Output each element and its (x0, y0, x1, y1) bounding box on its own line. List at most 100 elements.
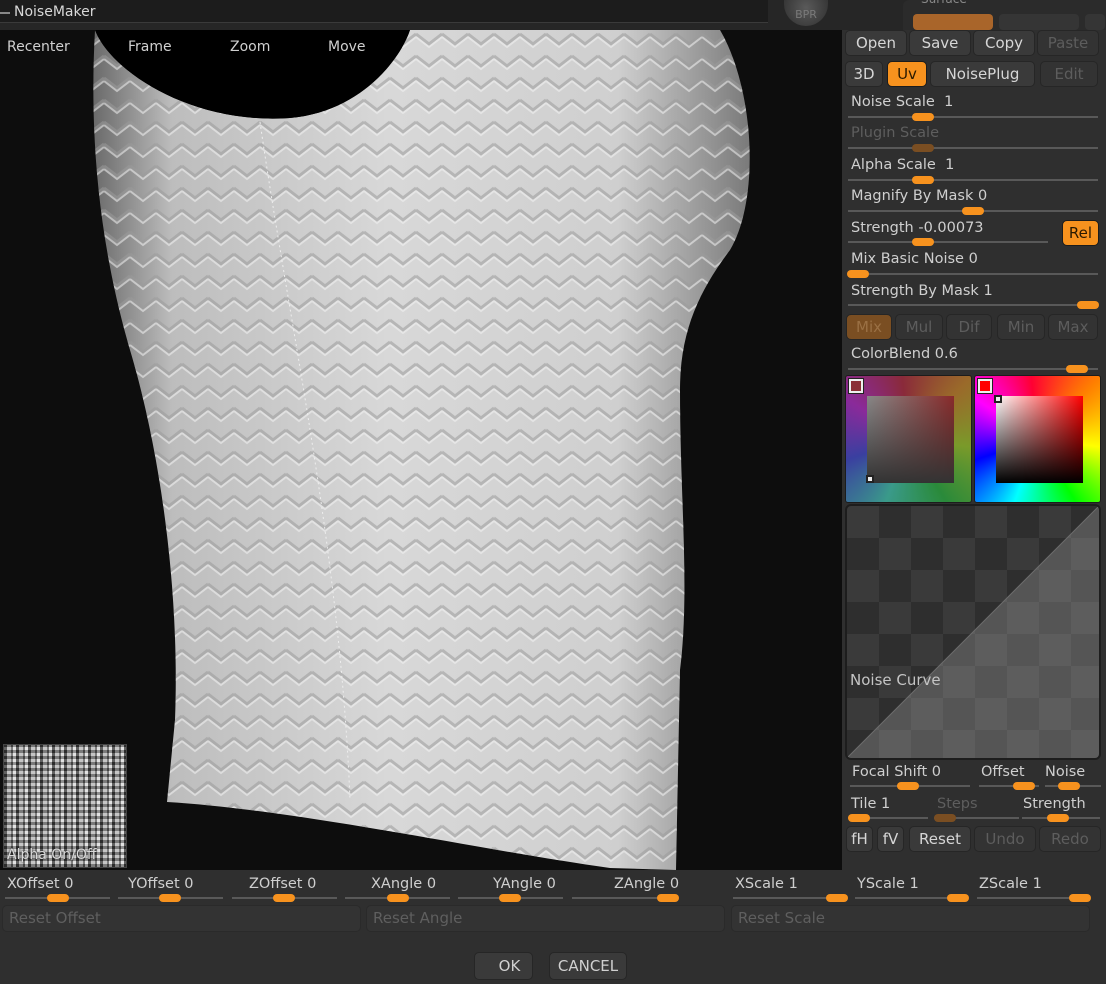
slider-track (848, 368, 1098, 370)
zoom-button[interactable]: Zoom (230, 39, 270, 55)
slider-knob[interactable] (1069, 894, 1091, 902)
slider-knob[interactable] (159, 894, 181, 902)
background-tab (1085, 14, 1105, 30)
slider-track (855, 897, 960, 899)
color1-swatch[interactable] (848, 378, 864, 394)
noise-curve-editor[interactable]: Noise Curve (845, 504, 1101, 760)
yscale-label: YScale 1 (857, 876, 919, 892)
steps-label: Steps (937, 796, 978, 812)
slider-knob[interactable] (387, 894, 409, 902)
slider-knob[interactable] (897, 782, 919, 790)
preview-viewport[interactable]: Recenter Frame Zoom Move Alpha On/Off (0, 30, 842, 870)
copy-button[interactable]: Copy (973, 30, 1035, 56)
noise-curve-label: Noise Curve (850, 671, 941, 689)
color1-saturation-field[interactable] (867, 396, 954, 483)
strength-label: Strength -0.00073 (851, 220, 984, 236)
mix-basic-noise-label: Mix Basic Noise 0 (851, 251, 978, 267)
slider-knob (934, 814, 956, 822)
yoffset-label: YOffset 0 (128, 876, 194, 892)
save-button[interactable]: Save (909, 30, 971, 56)
slider-track (977, 897, 1082, 899)
slider-track (848, 241, 1048, 243)
color2-swatch[interactable] (977, 378, 993, 394)
noise-curve-graph (847, 506, 1099, 758)
frame-button[interactable]: Frame (128, 39, 172, 55)
title-bar: NoiseMaker (0, 0, 768, 23)
curve-undo-button[interactable]: Undo (974, 826, 1036, 852)
slider-knob[interactable] (1047, 814, 1069, 822)
knit-texture (93, 30, 750, 870)
background-tab-active (913, 14, 993, 30)
slider-knob[interactable] (499, 894, 521, 902)
reset-scale-button[interactable]: Reset Scale (731, 905, 1090, 932)
cancel-button[interactable]: CANCEL (549, 952, 627, 980)
color2-saturation-field[interactable] (996, 396, 1083, 483)
zangle-label: ZAngle 0 (614, 876, 680, 892)
reset-offset-button[interactable]: Reset Offset (2, 905, 361, 932)
slider-knob[interactable] (962, 207, 984, 215)
noise-scale-label: Noise Scale 1 (851, 94, 954, 110)
noise-settings-panel: Open Save Copy Paste 3D Uv NoisePlug Edi… (842, 30, 1106, 870)
slider-knob[interactable] (826, 894, 848, 902)
color2-marker[interactable] (994, 395, 1002, 403)
zoffset-label: ZOffset 0 (249, 876, 317, 892)
slider-knob[interactable] (847, 270, 869, 278)
move-button[interactable]: Move (328, 39, 366, 55)
slider-knob[interactable] (1066, 365, 1088, 373)
tile-label: Tile 1 (851, 796, 891, 812)
slider-knob[interactable] (47, 894, 69, 902)
slider-knob (912, 144, 934, 152)
color1-picker[interactable] (845, 375, 972, 503)
background-tab (999, 14, 1079, 30)
reset-angle-button[interactable]: Reset Angle (366, 905, 725, 932)
slider-track (848, 116, 1098, 118)
rel-toggle-button[interactable]: Rel (1062, 220, 1099, 246)
recenter-button[interactable]: Recenter (7, 39, 70, 55)
alpha-toggle-button[interactable]: Alpha On/Off (3, 744, 127, 868)
flip-vertical-button[interactable]: fV (877, 826, 904, 852)
noise-label: Noise (1045, 764, 1086, 780)
curve-strength-label: Strength (1023, 796, 1086, 812)
slider-knob[interactable] (947, 894, 969, 902)
edit-button[interactable]: Edit (1040, 61, 1098, 87)
slider-knob[interactable] (273, 894, 295, 902)
xangle-label: XAngle 0 (371, 876, 437, 892)
color2-picker[interactable] (974, 375, 1101, 503)
slider-knob[interactable] (912, 238, 934, 246)
curve-reset-button[interactable]: Reset (909, 826, 971, 852)
zscale-label: ZScale 1 (979, 876, 1042, 892)
colorblend-label: ColorBlend 0.6 (851, 346, 958, 362)
blend-dif-button[interactable]: Dif (946, 314, 992, 340)
slider-track (848, 273, 1098, 275)
blend-mix-button[interactable]: Mix (846, 314, 892, 340)
slider-knob[interactable] (912, 113, 934, 121)
blend-mul-button[interactable]: Mul (895, 314, 943, 340)
flip-horizontal-button[interactable]: fH (846, 826, 873, 852)
open-button[interactable]: Open (845, 30, 907, 56)
noiseplug-button[interactable]: NoisePlug (930, 61, 1035, 87)
slider-knob[interactable] (1077, 301, 1099, 309)
xscale-label: XScale 1 (735, 876, 798, 892)
title-bar-grip (0, 12, 10, 14)
background-surface-panel: Surface (903, 0, 1106, 30)
slider-knob[interactable] (657, 894, 679, 902)
color1-marker[interactable] (866, 475, 874, 483)
slider-track (733, 897, 838, 899)
slider-knob[interactable] (848, 814, 870, 822)
curve-redo-button[interactable]: Redo (1039, 826, 1101, 852)
slider-knob[interactable] (1058, 782, 1080, 790)
paste-button[interactable]: Paste (1037, 30, 1099, 56)
slider-knob[interactable] (1013, 782, 1035, 790)
mode-3d-button[interactable]: 3D (845, 61, 883, 87)
surface-label: Surface (921, 0, 967, 6)
blend-min-button[interactable]: Min (997, 314, 1045, 340)
ok-button[interactable]: OK (474, 952, 533, 980)
slider-track (848, 304, 1098, 306)
slider-knob[interactable] (912, 176, 934, 184)
mode-uv-button[interactable]: Uv (887, 61, 927, 87)
yangle-label: YAngle 0 (493, 876, 556, 892)
alpha-toggle-label: Alpha On/Off (7, 847, 97, 863)
offset-label: Offset (981, 764, 1025, 780)
focal-shift-label: Focal Shift 0 (852, 764, 941, 780)
blend-max-button[interactable]: Max (1048, 314, 1098, 340)
